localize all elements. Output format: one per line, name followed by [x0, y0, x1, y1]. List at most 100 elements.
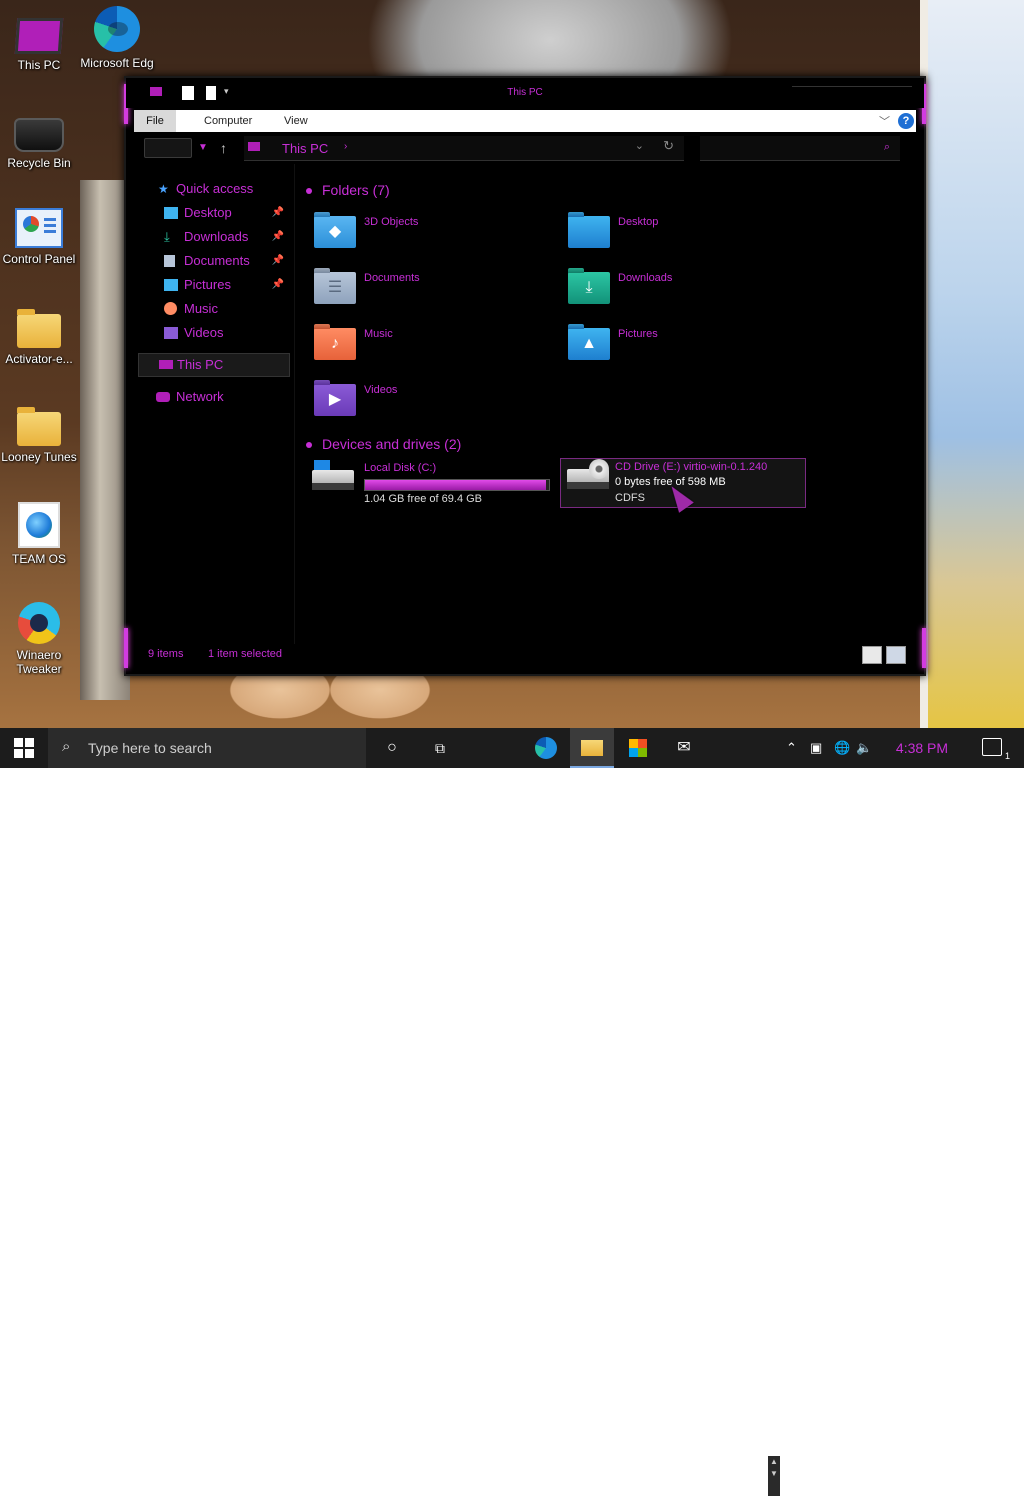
taskbar-scroll[interactable]: ▲ ▼	[768, 1456, 780, 1496]
desktop-icon-edge[interactable]: Microsoft Edg	[77, 6, 157, 70]
help-icon[interactable]: ?	[898, 113, 914, 129]
desktop-folder-icon	[568, 216, 610, 248]
expand-ribbon-icon[interactable]: ﹀	[879, 113, 890, 129]
start-button[interactable]	[14, 738, 34, 758]
folder-tile-desktop[interactable]: Desktop	[558, 212, 798, 262]
document-icon	[164, 255, 175, 267]
network-tray-icon[interactable]: 🌐	[834, 728, 850, 768]
folder-tile-3d-objects[interactable]: ◆ 3D Objects	[304, 212, 544, 262]
volume-muted-icon[interactable]: 🔈	[856, 728, 872, 768]
taskbar: ⌕ Type here to search ○ ⧉ ✉ ▲ ▼ ⌃ ▣ 🌐 🔈 4…	[0, 728, 1024, 1496]
music-folder-icon: ♪	[314, 328, 356, 360]
nav-network[interactable]: Network	[134, 386, 290, 408]
nav-label: This PC	[177, 357, 224, 372]
nav-label: Music	[184, 301, 218, 316]
desktop-icon-activator[interactable]: Activator-e...	[0, 306, 79, 366]
folder-label: Downloads	[618, 272, 673, 284]
drives-group-header[interactable]: Devices and drives (2)	[306, 436, 461, 452]
folder-tile-pictures[interactable]: ▲ Pictures	[558, 324, 798, 374]
drive-tile-local-disk-c[interactable]: Local Disk (C:) 1.04 GB free of 69.4 GB	[306, 460, 556, 508]
folder-tile-videos[interactable]: ▶ Videos	[304, 380, 544, 430]
folder-tile-downloads[interactable]: ⤓ Downloads	[558, 268, 798, 318]
folders-group-header[interactable]: Folders (7)	[306, 182, 390, 198]
pin-icon[interactable]: 📌	[272, 202, 284, 224]
folder-tile-music[interactable]: ♪ Music	[304, 324, 544, 374]
title-bar[interactable]: ▾ This PC	[126, 78, 924, 108]
address-dropdown-icon[interactable]: ⌄	[635, 139, 644, 152]
pictures-folder-icon: ▲	[568, 328, 610, 360]
desktop-icon-recycle-bin[interactable]: Recycle Bin	[0, 108, 79, 170]
desktop-icon-label: Microsoft Edg	[80, 56, 154, 70]
pin-icon[interactable]: 📌	[272, 250, 284, 272]
details-view-icon[interactable]	[862, 646, 882, 664]
videos-folder-icon: ▶	[314, 384, 356, 416]
drive-free-space: 1.04 GB free of 69.4 GB	[364, 493, 483, 505]
nav-label: Pictures	[184, 277, 231, 292]
desktop-icon-team-os[interactable]: TEAM OS	[0, 502, 79, 566]
desktop-icon-control-panel[interactable]: Control Panel	[0, 208, 79, 266]
nav-videos[interactable]: Videos	[134, 322, 290, 344]
disc-icon	[589, 459, 609, 479]
taskbar-clock[interactable]: 4:38 PM	[890, 728, 954, 768]
up-arrow-icon[interactable]: ↑	[220, 138, 227, 158]
folder-label: 3D Objects	[364, 216, 419, 228]
window-controls[interactable]	[792, 86, 912, 91]
3d-objects-icon: ◆	[314, 216, 356, 248]
wallpaper-window	[920, 0, 1024, 728]
refresh-icon[interactable]: ↻	[663, 138, 674, 154]
desktop-icon-winaero[interactable]: Winaero Tweaker	[0, 602, 79, 676]
network-icon	[156, 392, 170, 402]
desktop-icon-label: Looney Tunes	[1, 450, 77, 464]
edge-taskbar-icon[interactable]	[524, 728, 568, 768]
download-arrow-icon: ⤓	[164, 229, 170, 244]
tab-file[interactable]: File	[134, 110, 176, 132]
nav-this-pc[interactable]: This PC	[138, 353, 290, 377]
meet-now-icon[interactable]: ▣	[810, 728, 822, 768]
cortana-icon[interactable]: ○	[370, 728, 414, 768]
nav-desktop[interactable]: Desktop 📌	[134, 202, 290, 224]
file-explorer-window: ▾ This PC File Computer View ﹀ ? ▼ ↑ Thi…	[124, 76, 926, 676]
nav-pictures[interactable]: Pictures 📌	[134, 274, 290, 296]
notifications-icon[interactable]	[982, 738, 1002, 756]
nav-downloads[interactable]: ⤓ Downloads 📌	[134, 226, 290, 248]
folder-label: Documents	[364, 272, 420, 284]
folder-icon	[17, 407, 61, 446]
nav-music[interactable]: Music	[134, 298, 290, 320]
group-header-label: Devices and drives (2)	[322, 436, 462, 452]
taskbar-search-box[interactable]: ⌕ Type here to search	[48, 728, 366, 768]
desktop-icon-this-pc[interactable]: This PC	[0, 10, 79, 72]
nav-quick-access[interactable]: ★ Quick access	[134, 178, 290, 200]
search-icon: ⌕	[62, 738, 71, 755]
pin-icon[interactable]: 📌	[272, 226, 284, 248]
desktop-icon-label: TEAM OS	[11, 552, 66, 566]
store-icon[interactable]	[616, 728, 660, 768]
control-panel-icon	[15, 208, 63, 248]
breadcrumb-chevron-icon[interactable]: ›	[344, 141, 347, 152]
search-input[interactable]: ⌕	[700, 136, 900, 161]
nav-label: Videos	[184, 325, 224, 340]
folder-label: Videos	[364, 384, 398, 396]
tab-view[interactable]: View	[274, 110, 318, 132]
edge-icon	[94, 6, 140, 52]
folder-tile-documents[interactable]: ☰ Documents	[304, 268, 544, 318]
back-forward-buttons[interactable]	[144, 138, 192, 158]
tab-computer[interactable]: Computer	[194, 110, 262, 132]
ribbon-tabs: File Computer View ﹀ ?	[134, 110, 916, 132]
desktop-icon-looney-tunes[interactable]: Looney Tunes	[0, 404, 79, 464]
nav-documents[interactable]: Documents 📌	[134, 250, 290, 272]
folder-label: Music	[364, 328, 393, 340]
documents-folder-icon: ☰	[314, 272, 356, 304]
desktop-icon-label: Control Panel	[2, 252, 76, 266]
file-explorer-taskbar-icon[interactable]	[570, 728, 614, 768]
drive-name: CD Drive (E:) virtio-win-0.1.240	[615, 461, 768, 473]
mail-icon[interactable]: ✉	[662, 728, 706, 768]
pin-icon[interactable]: 📌	[272, 274, 284, 296]
group-bullet-icon	[306, 442, 312, 449]
task-view-icon[interactable]: ⧉	[418, 728, 462, 768]
breadcrumb-this-pc[interactable]: This PC	[282, 141, 328, 156]
recent-locations-icon[interactable]: ▼	[198, 138, 208, 158]
window-accent-bottom-left	[124, 628, 128, 668]
large-icons-view-icon[interactable]	[886, 646, 906, 664]
address-input[interactable]: This PC › ⌄ ↻	[244, 136, 684, 161]
show-hidden-icons[interactable]: ⌃	[786, 728, 797, 768]
